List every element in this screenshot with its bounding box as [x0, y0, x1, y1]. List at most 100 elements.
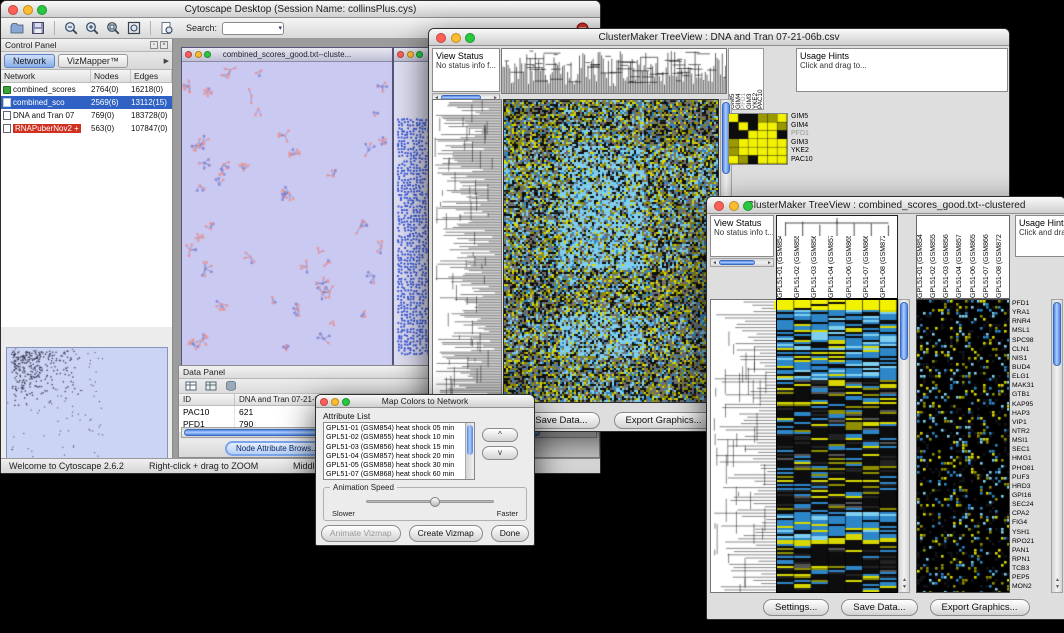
- attribute-item[interactable]: GPL51-05 (GSM858) heat shock 30 min: [324, 460, 474, 469]
- gene-label[interactable]: MSI1: [1012, 436, 1050, 445]
- matrix-row-label[interactable]: YKE2: [791, 147, 831, 156]
- gene-label[interactable]: SEC24: [1012, 500, 1050, 509]
- attribute-item[interactable]: GPL51-03 (GSM856) heat shock 15 min: [324, 442, 474, 451]
- column-header-edges[interactable]: Edges: [131, 70, 172, 82]
- done-button[interactable]: Done: [491, 525, 529, 542]
- treeview-button[interactable]: Settings...: [763, 599, 829, 616]
- row-dendrogram-canvas[interactable]: [711, 300, 777, 592]
- column-label[interactable]: GPL51-01 (GSM854: [917, 216, 930, 298]
- scroll-up-icon[interactable]: ▲: [1055, 577, 1060, 584]
- heatmap-canvas[interactable]: [777, 300, 897, 592]
- heatmap-canvas[interactable]: [504, 100, 718, 402]
- gene-label[interactable]: YRA1: [1012, 308, 1050, 317]
- gene-label[interactable]: MON2: [1012, 582, 1050, 591]
- scrollbar-thumb[interactable]: [719, 260, 755, 265]
- frame-minimize-button[interactable]: [195, 51, 202, 58]
- column-label[interactable]: GPL51-06 (GSM865: [970, 216, 983, 298]
- slider-thumb[interactable]: [430, 497, 440, 507]
- network-overview-canvas[interactable]: [7, 348, 167, 460]
- column-label[interactable]: GPL51-08 (GSM872: [996, 216, 1009, 298]
- annotation-icon[interactable]: [159, 20, 175, 36]
- treeview-button[interactable]: Export Graphics...: [614, 412, 714, 429]
- column-label[interactable]: GPL51-06 (GSM865: [846, 236, 863, 298]
- zoom-selected-icon[interactable]: [105, 20, 121, 36]
- zoom-out-icon[interactable]: [63, 20, 79, 36]
- zoom-button[interactable]: [743, 201, 753, 211]
- mini-hscrollbar[interactable]: ◄ ►: [710, 258, 774, 267]
- minimize-button[interactable]: [451, 33, 461, 43]
- close-button[interactable]: [320, 398, 328, 406]
- gene-label[interactable]: VIP1: [1012, 418, 1050, 427]
- gene-label[interactable]: MSL1: [1012, 326, 1050, 335]
- column-label[interactable]: GPL51-02 (GSM855: [930, 216, 943, 298]
- tab-overflow-icon[interactable]: ▶: [164, 57, 169, 65]
- heatmap-vscrollbar[interactable]: ▲ ▼: [898, 299, 910, 593]
- scrollbar-thumb[interactable]: [467, 425, 473, 455]
- frame-zoom-button[interactable]: [416, 51, 423, 58]
- column-label[interactable]: GPL51-04 (GSM857: [956, 216, 969, 298]
- zoom-button[interactable]: [465, 33, 475, 43]
- frame-minimize-button[interactable]: [407, 51, 414, 58]
- frame-close-button[interactable]: [397, 51, 404, 58]
- scroll-up-icon[interactable]: ▲: [902, 577, 907, 584]
- scroll-down-icon[interactable]: ▼: [1055, 584, 1060, 591]
- treeview-button[interactable]: Export Graphics...: [930, 599, 1030, 616]
- tab-vizmapper[interactable]: VizMapper™: [58, 54, 128, 68]
- treeview2-titlebar[interactable]: ClusterMaker TreeView : combined_scores_…: [707, 197, 1064, 214]
- close-button[interactable]: [8, 5, 18, 15]
- gene-label[interactable]: HRD3: [1012, 482, 1050, 491]
- gene-label[interactable]: ELG1: [1012, 372, 1050, 381]
- combo-arrow-icon[interactable]: ▾: [279, 23, 283, 35]
- gene-label[interactable]: PAN1: [1012, 546, 1050, 555]
- minimize-button[interactable]: [331, 398, 339, 406]
- gene-label[interactable]: SEC1: [1012, 445, 1050, 454]
- gene-label[interactable]: BUD4: [1012, 363, 1050, 372]
- heatmap-view[interactable]: [776, 299, 898, 593]
- column-label[interactable]: GPL51-01 (GSM854: [777, 236, 794, 298]
- dialog-titlebar[interactable]: Map Colors to Network: [316, 395, 534, 408]
- gene-label[interactable]: YSH1: [1012, 528, 1050, 537]
- matrix-row-label[interactable]: GIM3: [791, 139, 831, 148]
- column-dendrogram-canvas[interactable]: [502, 49, 726, 93]
- gene-label[interactable]: PEP5: [1012, 573, 1050, 582]
- column-label[interactable]: GPL51-08 (GSM872: [880, 236, 897, 298]
- zoom-button[interactable]: [342, 398, 350, 406]
- tab-network[interactable]: Network: [4, 54, 55, 68]
- gene-label[interactable]: RPN1: [1012, 555, 1050, 564]
- column-header-network[interactable]: Network: [1, 70, 91, 82]
- matrix-row-label[interactable]: GIM5: [791, 113, 831, 122]
- main-window-titlebar[interactable]: Cytoscape Desktop (Session Name: collins…: [1, 1, 600, 18]
- gene-label[interactable]: PUF3: [1012, 473, 1050, 482]
- correlation-matrix[interactable]: [728, 113, 788, 165]
- animate-vizmap-button[interactable]: Animate Vizmap: [321, 525, 401, 542]
- move-down-button[interactable]: v: [482, 446, 518, 460]
- network-row[interactable]: combined_scores 2764(0) 16218(0): [1, 83, 172, 96]
- gene-label[interactable]: SPC98: [1012, 336, 1050, 345]
- row-dendrogram-canvas[interactable]: [433, 100, 501, 402]
- network-view-canvas[interactable]: [182, 62, 392, 368]
- attribute-item[interactable]: GPL51-04 (GSM857) heat shock 20 min: [324, 451, 474, 460]
- gene-label[interactable]: RNR4: [1012, 317, 1050, 326]
- close-button[interactable]: [714, 201, 724, 211]
- matrix-row-label[interactable]: PFD1: [791, 130, 831, 139]
- network-row[interactable]: DNA and Tran 07 769(0) 183728(0): [1, 109, 172, 122]
- close-panel-icon[interactable]: ×: [160, 41, 168, 49]
- gene-label[interactable]: KAP95: [1012, 400, 1050, 409]
- node-attribute-browser-button[interactable]: Node Attribute Brows...: [225, 441, 329, 456]
- gene-label[interactable]: RPO21: [1012, 537, 1050, 546]
- column-label[interactable]: GPL51-04 (GSM857: [828, 236, 845, 298]
- gene-label[interactable]: GPI16: [1012, 491, 1050, 500]
- gene-list-vscrollbar[interactable]: ▲ ▼: [1051, 299, 1063, 593]
- matrix-row-label[interactable]: PAC10: [791, 156, 831, 165]
- node-table-icon[interactable]: [183, 378, 199, 394]
- row-dendrogram[interactable]: [432, 99, 502, 403]
- attribute-item[interactable]: GPL51-07 (GSM868) heat shock 60 min: [324, 469, 474, 478]
- zoom-fit-icon[interactable]: [126, 20, 142, 36]
- gene-label[interactable]: CPA2: [1012, 509, 1050, 518]
- gene-label[interactable]: FIG4: [1012, 518, 1050, 527]
- treeview-button[interactable]: Save Data...: [841, 599, 917, 616]
- attribute-item[interactable]: GPL51-02 (GSM855) heat shock 10 min: [324, 432, 474, 441]
- network-row[interactable]: RNAPuberNov2 + 563(0) 107847(0): [1, 122, 172, 135]
- column-label[interactable]: GPL51-03 (GSM856: [811, 236, 828, 298]
- column-label[interactable]: GPL51-03 (GSM856: [943, 216, 956, 298]
